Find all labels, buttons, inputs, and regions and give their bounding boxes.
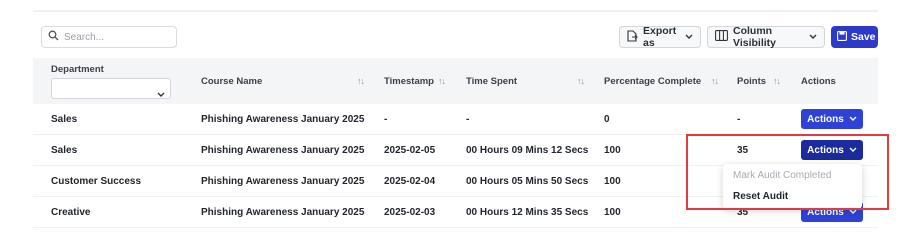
sort-icon[interactable]: ↑↓ bbox=[357, 76, 365, 86]
cell-percentage-complete: 0 bbox=[604, 114, 610, 125]
cell-course-name: Phishing Awareness January 2025 bbox=[201, 176, 365, 187]
save-label: Save bbox=[851, 31, 876, 43]
chevron-down-icon bbox=[849, 114, 857, 125]
cell-percentage-complete: 100 bbox=[604, 207, 621, 218]
actions-label: Actions bbox=[807, 113, 844, 125]
cell-timestamp: 2025-02-03 bbox=[384, 207, 436, 218]
cell-timestamp: 2025-02-04 bbox=[384, 176, 436, 187]
cell-course-name: Phishing Awareness January 2025 bbox=[201, 145, 365, 156]
chevron-down-icon bbox=[809, 31, 817, 43]
cell-department: Sales bbox=[51, 145, 78, 156]
sort-icon[interactable]: ↑↓ bbox=[773, 76, 781, 86]
column-header-department: Department bbox=[51, 64, 104, 75]
export-label: Export as bbox=[643, 25, 677, 49]
column-header-points[interactable]: Points bbox=[737, 76, 766, 87]
cell-timestamp: 2025-02-05 bbox=[384, 145, 436, 156]
cell-time-spent: 00 Hours 09 Mins 12 Secs bbox=[466, 145, 589, 156]
row-actions-button[interactable]: Actions bbox=[801, 109, 863, 129]
column-header-time-spent[interactable]: Time Spent bbox=[466, 76, 517, 87]
cell-timestamp: - bbox=[384, 114, 388, 125]
column-header-percentage-complete[interactable]: Percentage Complete bbox=[604, 76, 701, 87]
sort-icon[interactable]: ↑↓ bbox=[577, 76, 585, 86]
cell-department: Customer Success bbox=[51, 176, 142, 187]
search-box[interactable] bbox=[41, 26, 177, 48]
cell-department: Sales bbox=[51, 114, 78, 125]
chevron-down-icon bbox=[157, 85, 165, 103]
sort-icon[interactable]: ↑↓ bbox=[711, 76, 719, 86]
search-icon bbox=[48, 28, 59, 46]
table-row bbox=[33, 104, 878, 135]
cell-course-name: Phishing Awareness January 2025 bbox=[201, 207, 365, 218]
search-input[interactable] bbox=[64, 31, 164, 43]
columns-icon bbox=[715, 30, 728, 44]
column-header-course-name[interactable]: Course Name bbox=[201, 76, 262, 87]
cell-percentage-complete: 100 bbox=[604, 176, 621, 187]
department-filter-select[interactable] bbox=[51, 78, 171, 99]
column-header-actions: Actions bbox=[801, 76, 836, 87]
cell-points: - bbox=[737, 114, 741, 125]
export-file-icon bbox=[627, 29, 638, 45]
chevron-down-icon bbox=[685, 31, 693, 43]
highlight-annotation-box bbox=[686, 134, 889, 210]
save-icon bbox=[837, 30, 847, 44]
cell-time-spent: 00 Hours 05 Mins 50 Secs bbox=[466, 176, 589, 187]
export-button[interactable]: Export as bbox=[619, 25, 701, 49]
column-visibility-button[interactable]: Column Visibility bbox=[707, 25, 825, 49]
save-button[interactable]: Save bbox=[831, 26, 878, 48]
sort-icon[interactable]: ↑↓ bbox=[438, 76, 446, 86]
cell-course-name: Phishing Awareness January 2025 bbox=[201, 114, 365, 125]
cell-time-spent: - bbox=[466, 114, 470, 125]
cell-time-spent: 00 Hours 12 Mins 35 Secs bbox=[466, 207, 589, 218]
cell-percentage-complete: 100 bbox=[604, 145, 621, 156]
column-visibility-label: Column Visibility bbox=[733, 25, 776, 49]
cell-department: Creative bbox=[51, 207, 91, 218]
column-header-timestamp[interactable]: Timestamp bbox=[384, 76, 434, 87]
